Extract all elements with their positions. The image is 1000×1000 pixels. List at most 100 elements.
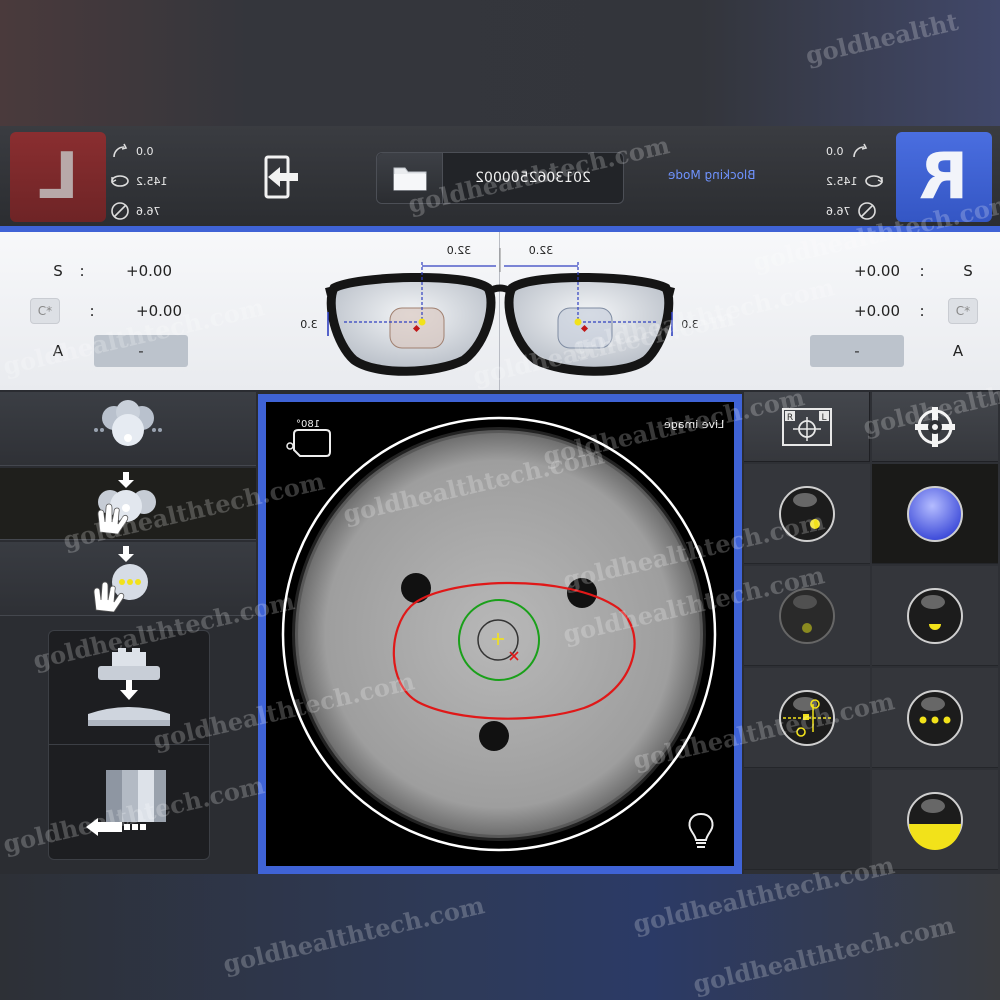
tilt-icon	[113, 143, 128, 158]
lens-position-button[interactable]	[0, 392, 256, 466]
mode-button-selected[interactable]	[872, 464, 998, 564]
right-axis-field[interactable]: -	[810, 335, 904, 367]
sphere-label: S	[53, 262, 63, 280]
block-stack-icon	[86, 770, 166, 836]
folder-button[interactable]	[377, 153, 443, 203]
lens-half-dot-icon	[907, 587, 963, 644]
tilt-icon	[852, 143, 867, 158]
lens-dot-low-icon	[779, 485, 835, 542]
left-temple	[325, 286, 335, 296]
right-diameter-value: 76.6	[826, 204, 851, 218]
hand-center-icon	[97, 472, 156, 535]
block-lens-icon	[88, 647, 170, 726]
left-sphere-value[interactable]: +0.00	[92, 262, 172, 280]
left-diameter-value: 76.6	[136, 204, 161, 218]
folder-icon	[393, 167, 426, 191]
right-tilt-value: 0.0	[826, 144, 844, 158]
file-selector[interactable]: 2013062500002	[376, 152, 624, 204]
right-eye-label: R	[919, 140, 969, 214]
reference-dot-3	[479, 721, 509, 751]
unload-block-button[interactable]	[49, 745, 209, 859]
manual-center-button[interactable]	[0, 468, 256, 540]
left-axis-row: A -	[48, 334, 188, 368]
right-sphere-value[interactable]: +0.00	[820, 262, 900, 280]
live-image	[281, 416, 717, 852]
left-tool-column	[0, 392, 256, 874]
rotation-value: 180°	[296, 419, 321, 430]
diameter-icon	[857, 202, 876, 220]
block-lens-button[interactable]	[49, 631, 209, 745]
mode-button-bifocal[interactable]	[744, 668, 870, 768]
bottom-background	[0, 874, 1000, 1000]
right-cylinder-value[interactable]: +0.00	[820, 302, 900, 320]
height-left-text: 3.0	[300, 318, 318, 331]
job-number: 2013062500002	[475, 170, 591, 186]
lens-half-yellow-icon	[907, 791, 963, 850]
lens-position-icon	[94, 400, 162, 446]
right-axis-row: - A	[810, 334, 968, 368]
left-cylinder-value[interactable]: +0.00	[102, 302, 182, 320]
colon: :	[89, 302, 95, 320]
cylinder-icon[interactable]: C*	[30, 298, 60, 324]
height-right-text: 3.0	[681, 318, 699, 331]
colon: :	[919, 262, 925, 280]
top-background	[0, 0, 1000, 126]
reference-dot-1	[401, 573, 431, 603]
live-image-viewer: Live image 180°	[258, 394, 742, 874]
crosshair-button[interactable]	[872, 392, 998, 462]
colon: :	[919, 302, 925, 320]
right-cylinder-row: +0.00 : C*	[820, 296, 978, 326]
bridge	[486, 284, 514, 296]
axis-label: A	[52, 342, 64, 360]
mode-button-offset-low[interactable]	[744, 464, 870, 564]
left-cylinder-row: C* : +0.00	[30, 296, 182, 326]
rotation-icon	[864, 175, 883, 187]
lens-three-dots-icon	[907, 689, 963, 746]
cylinder-icon-label: C*	[955, 304, 971, 318]
lens-dot-dim-icon	[779, 587, 835, 644]
left-sphere-row: S : +0.00	[48, 256, 172, 286]
sphere-label: S	[963, 262, 973, 280]
pd-left-text: 32.0	[447, 244, 472, 257]
right-eye-button[interactable]: R	[896, 132, 992, 222]
frame-diagram: 32.0 32.0 3.0 3.0	[300, 244, 699, 376]
colon: :	[79, 262, 85, 280]
cylinder-icon-label: C*	[37, 304, 53, 318]
left-axis-field[interactable]: -	[94, 335, 188, 367]
rotation-icon	[111, 175, 129, 187]
exit-icon[interactable]	[262, 154, 302, 200]
right-optical-center	[574, 318, 582, 326]
right-measurements: 0.0 145.2 76.6	[826, 136, 896, 226]
svg-text:L: L	[821, 413, 826, 423]
cylinder-icon[interactable]: C*	[948, 298, 978, 324]
frame-target-icon: R L	[781, 407, 832, 446]
svg-text:R: R	[786, 413, 792, 423]
diameter-icon	[111, 202, 129, 220]
left-optical-center	[418, 318, 426, 326]
hand-dots-icon	[93, 546, 148, 612]
mode-button-disabled[interactable]	[744, 566, 870, 666]
live-image-area[interactable]: Live image 180°	[266, 402, 734, 866]
mode-button-half-fill[interactable]	[872, 770, 998, 870]
right-sphere-row: +0.00 : S	[820, 256, 978, 286]
left-eye-button[interactable]: L	[10, 132, 106, 222]
empty-cell	[744, 770, 870, 870]
lightbulb-icon[interactable]	[686, 812, 716, 850]
right-rotation-value: 145.2	[826, 174, 858, 188]
left-tilt-value: 0.0	[136, 144, 154, 158]
left-eye-label: L	[37, 140, 79, 214]
right-temple	[665, 286, 675, 296]
blocking-actions-panel	[48, 630, 210, 860]
mode-button-bottom-cap[interactable]	[872, 566, 998, 666]
manual-layout-button[interactable]	[0, 542, 256, 616]
lens-data-panel: S : +0.00 C* : +0.00 A - +0.00 : S +0.00…	[0, 232, 1000, 390]
right-tool-column: R L	[744, 392, 1000, 874]
frame-trace-button[interactable]: R L	[744, 392, 870, 462]
crosshair-icon	[915, 406, 955, 447]
left-rotation-value: 145.2	[136, 174, 168, 188]
mode-label: Blocking Mode	[668, 168, 756, 182]
mode-button-three-point[interactable]	[872, 668, 998, 768]
lens-full-blue-icon	[907, 485, 963, 542]
axis-label: A	[952, 342, 964, 360]
rotation-badge[interactable]: 180°	[286, 418, 334, 462]
